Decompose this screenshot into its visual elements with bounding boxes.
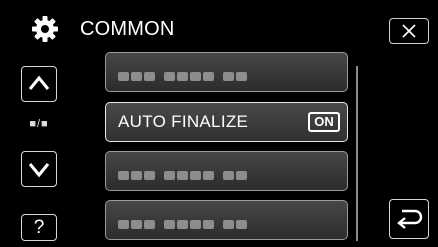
page-indicator: ■/■ — [29, 118, 49, 130]
chevron-up-icon — [28, 75, 50, 90]
back-button[interactable] — [389, 199, 429, 239]
obscured-label — [118, 216, 249, 229]
status-badge: ON — [308, 112, 340, 132]
menu-item-4[interactable] — [105, 200, 348, 240]
obscured-label — [118, 68, 249, 81]
close-button[interactable] — [389, 18, 429, 44]
chevron-down-icon — [28, 163, 50, 178]
obscured-label — [118, 167, 249, 180]
menu-item-label: AUTO FINALIZE — [118, 112, 249, 131]
scroll-up-button[interactable] — [21, 66, 57, 102]
menu-item-1[interactable] — [105, 52, 348, 92]
menu-item-3[interactable] — [105, 151, 348, 191]
close-icon — [402, 24, 416, 38]
help-button[interactable]: ? — [21, 214, 57, 241]
back-arrow-icon — [397, 209, 423, 229]
scrollbar[interactable] — [356, 66, 358, 241]
gear-icon — [30, 14, 60, 44]
menu-item-auto-finalize[interactable]: AUTO FINALIZE ON — [105, 102, 348, 142]
scroll-down-button[interactable] — [21, 151, 57, 187]
page-title: COMMON — [80, 18, 175, 40]
